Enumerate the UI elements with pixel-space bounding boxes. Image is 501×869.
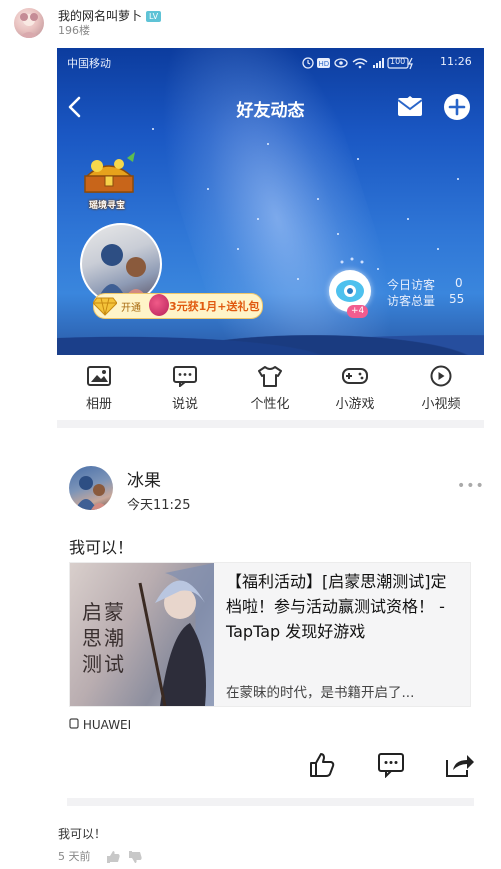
diamond-icon <box>92 294 118 320</box>
level-badge: LV <box>146 11 162 22</box>
album-entry[interactable]: 相册 <box>59 355 139 412</box>
thumbnail-title: 启蒙思潮测试 <box>82 600 126 676</box>
more-icon[interactable]: ••• <box>457 478 484 494</box>
treasure-chest-icon[interactable] <box>79 148 141 204</box>
post-time: 今天11:25 <box>127 498 191 513</box>
thumb-up-icon[interactable] <box>106 848 120 867</box>
device-name: HUAWEI <box>82 718 132 732</box>
username-text: 我的网名叫萝卜 <box>58 9 143 23</box>
post-text: 我可以！ <box>69 538 134 557</box>
personalize-entry[interactable]: 个性化 <box>230 355 310 412</box>
minivideo-entry[interactable]: 小视频 <box>401 355 481 412</box>
thumb-down-icon[interactable] <box>128 849 142 868</box>
reply-text: 我可以！ <box>58 827 107 841</box>
post-author-avatar[interactable] <box>69 466 113 510</box>
visitor-badge: +4 <box>347 305 369 318</box>
qzone-screenshot: 中国移动 HD 100 11:26 好友动态 瑶境寻宝 开通 3元获1月+送礼包… <box>57 48 484 806</box>
shuoshuo-label: 说说 <box>171 397 198 412</box>
link-description: 在蒙昧的时代，是书籍开启了... <box>226 685 415 701</box>
divider <box>67 798 474 806</box>
message-icon[interactable] <box>397 96 423 122</box>
photo-icon <box>87 366 111 386</box>
avatar[interactable] <box>14 8 44 38</box>
shirt-icon <box>258 366 282 387</box>
shared-link-card[interactable]: 启蒙思潮测试 【福利活动】[启蒙思潮测试]定档啦！参与活动赢测试资格！ - Ta… <box>69 562 471 707</box>
comment-icon[interactable] <box>377 752 405 782</box>
gamepad-icon <box>342 368 368 384</box>
today-visitors-value: 0 <box>455 276 463 290</box>
feature-icon-row: 相册 说说 个性化 小游戏 小视频 <box>57 355 484 420</box>
personalize-label: 个性化 <box>250 397 290 412</box>
total-visitors-value: 55 <box>449 292 465 306</box>
minigame-entry[interactable]: 小游戏 <box>315 355 395 412</box>
phone-icon <box>69 718 79 729</box>
album-label: 相册 <box>85 397 112 412</box>
add-icon[interactable] <box>443 93 471 125</box>
today-visitors-label: 今日访客 <box>387 278 436 292</box>
like-icon[interactable] <box>309 752 335 782</box>
battery-level: 100 <box>390 57 406 66</box>
carrier-label: 中国移动 <box>67 57 111 70</box>
floor-number: 196楼 <box>58 24 90 37</box>
cloud-decoration <box>57 318 484 355</box>
reply-age: 5 天前 <box>58 850 91 863</box>
promo-text: 3元获1月+送礼包 <box>169 300 260 313</box>
shuoshuo-entry[interactable]: 说说 <box>145 355 225 412</box>
divider <box>57 420 484 428</box>
gem-icon <box>149 294 169 316</box>
open-label: 开通 <box>121 303 141 314</box>
treasure-label: 瑶境寻宝 <box>89 201 126 211</box>
share-icon[interactable] <box>445 752 475 782</box>
play-icon <box>430 365 452 387</box>
chat-icon <box>173 366 197 387</box>
minivideo-label: 小视频 <box>421 397 461 412</box>
minigame-label: 小游戏 <box>335 397 375 412</box>
total-visitors-label: 访客总量 <box>387 294 436 308</box>
link-title: 【福利活动】[启蒙思潮测试]定档啦！参与活动赢测试资格！ - TapTap 发现… <box>226 572 447 641</box>
status-icons: HD <box>301 55 441 74</box>
svg-text:HD: HD <box>319 60 330 68</box>
clock: 11:26 <box>440 55 472 68</box>
device-tag: HUAWEI <box>69 718 131 732</box>
cover-banner: 中国移动 HD 100 11:26 好友动态 瑶境寻宝 开通 3元获1月+送礼包… <box>57 48 484 355</box>
post-author-name[interactable]: 冰果 <box>127 466 161 491</box>
